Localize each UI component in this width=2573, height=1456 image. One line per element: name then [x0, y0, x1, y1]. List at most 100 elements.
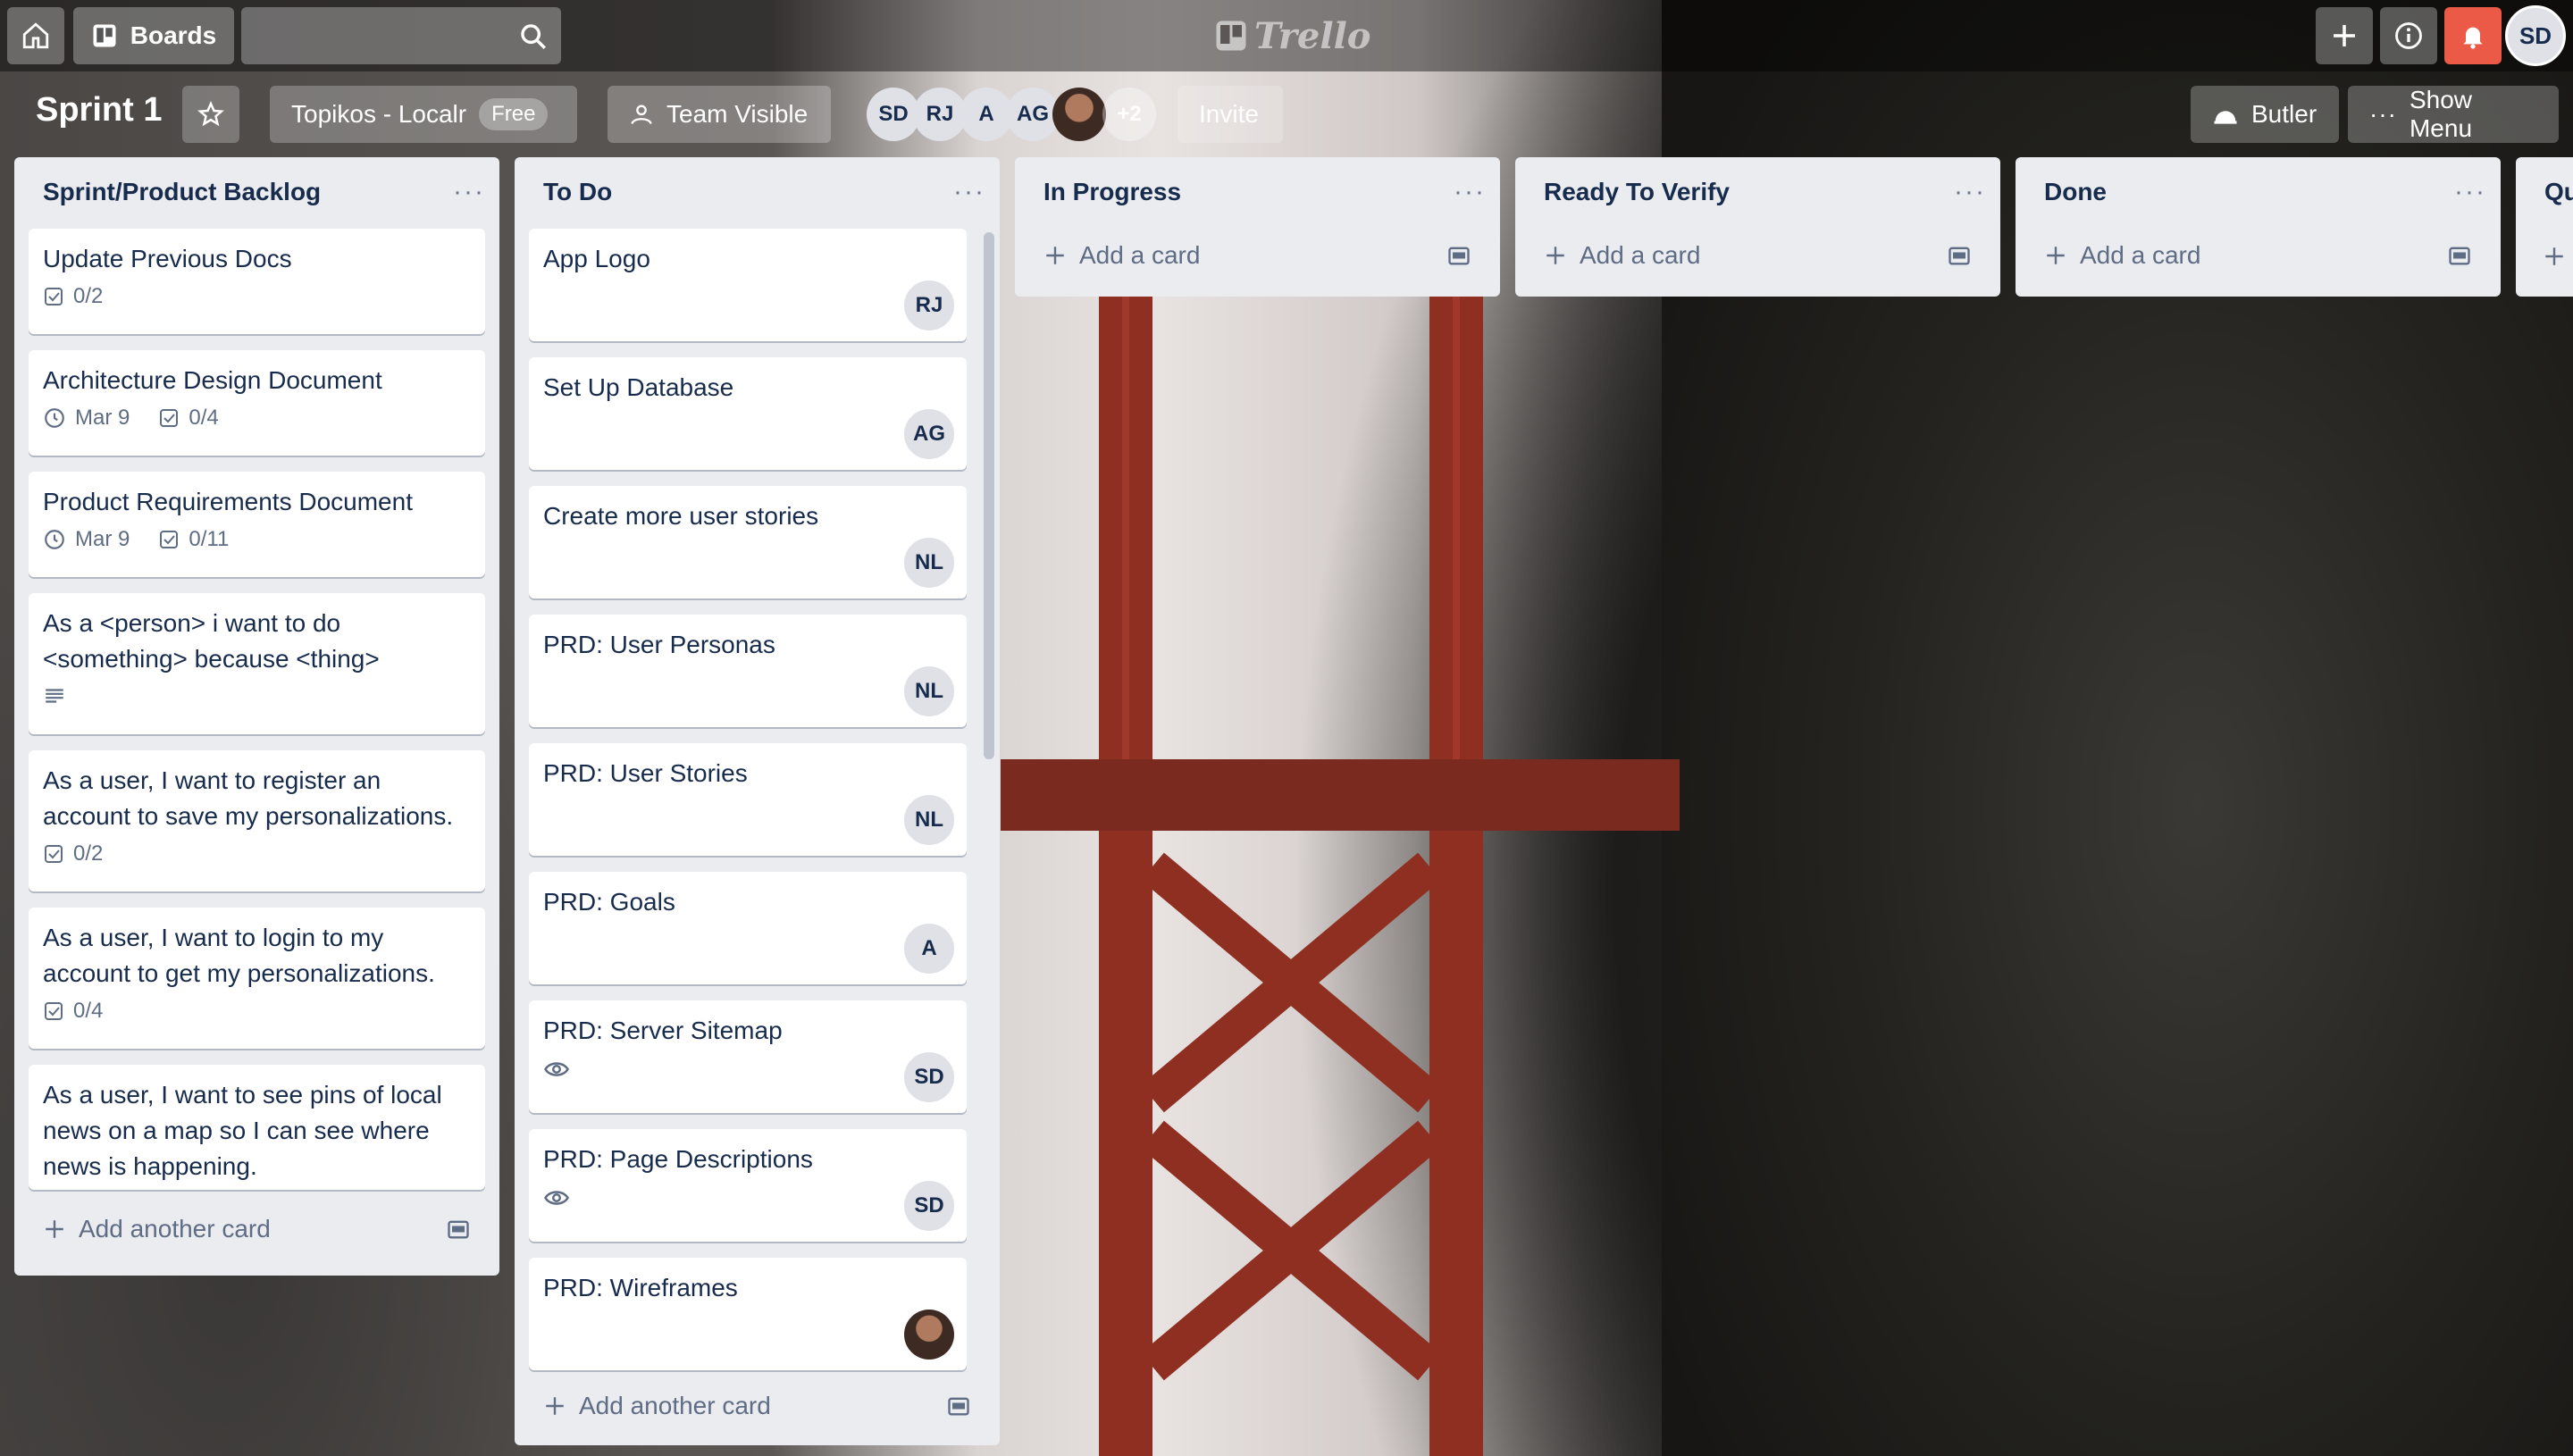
checklist-count: 0/4 [189, 406, 219, 430]
team-button[interactable]: Topikos - Localr Free [270, 86, 577, 143]
trello-logo-text: Trello [1254, 14, 1371, 57]
card-title: Create more user stories [543, 502, 819, 530]
card[interactable]: PRD: Goals A [529, 872, 967, 984]
card-template-icon[interactable] [1446, 243, 1471, 268]
card[interactable]: As a <person> i want to do <something> b… [29, 593, 485, 734]
team-visibility-icon [631, 105, 652, 125]
butler-button[interactable]: Butler [2191, 86, 2339, 143]
add-a-card-button[interactable]: Add a card [2030, 230, 2486, 280]
member-avatar[interactable]: NL [904, 795, 954, 845]
boards-button[interactable]: Boards [73, 7, 234, 64]
add-a-card-button[interactable]: Add a card [1530, 230, 1986, 280]
member-avatar-photo[interactable] [1052, 88, 1106, 141]
search-input[interactable] [241, 7, 561, 64]
card[interactable]: Architecture Design Document Mar 9 0/4 [29, 350, 485, 456]
card-title: PRD: Goals [543, 888, 675, 916]
card[interactable]: As a user, I want to login to my account… [29, 908, 485, 1049]
list-ready-to-verify: Ready To Verify ··· Add a card [1515, 157, 2000, 297]
list-title: Sprint/Product Backlog [43, 178, 322, 205]
user-avatar[interactable]: SD [2505, 5, 2566, 66]
list-menu-icon[interactable]: ··· [453, 177, 485, 207]
plus-icon [2334, 25, 2355, 46]
plus-icon [1046, 247, 1064, 264]
card[interactable]: PRD: User Stories NL [529, 743, 967, 856]
card-template-icon[interactable] [1947, 243, 1972, 268]
member-avatar-rj[interactable]: RJ [913, 88, 967, 141]
member-avatar[interactable]: NL [904, 666, 954, 716]
member-avatar[interactable]: RJ [904, 280, 954, 331]
checklist-icon [45, 1002, 63, 1020]
plus-icon [46, 1220, 63, 1238]
create-button[interactable] [2316, 7, 2373, 64]
list-menu-icon[interactable]: ··· [2454, 177, 2486, 207]
card[interactable]: PRD: Page Descriptions SD [529, 1129, 967, 1242]
add-a-card-button[interactable]: Add a card [1029, 230, 1486, 280]
card-template-icon[interactable] [2447, 243, 2472, 268]
card[interactable]: As a user, I want to see pins of local n… [29, 1065, 485, 1190]
member-avatar[interactable]: A [904, 924, 954, 974]
add-card-label: Add another card [579, 1392, 771, 1419]
list-sprint-product-backlog: Sprint/Product Backlog ··· Update Previo… [14, 157, 499, 1276]
plus-icon [1546, 247, 1564, 264]
member-avatar[interactable]: SD [904, 1052, 954, 1102]
trello-logo[interactable]: Trello [1215, 13, 1370, 59]
visibility-button[interactable]: Team Visible [608, 86, 831, 143]
card-template-icon[interactable] [946, 1393, 971, 1418]
checklist-count: 0/4 [73, 999, 104, 1023]
card-title: As a user, I want to register an account… [43, 766, 454, 830]
list-title: Qu [2544, 178, 2573, 205]
list-header[interactable]: To Do ··· [515, 157, 1000, 227]
checklist-icon [45, 845, 63, 863]
card[interactable]: Product Requirements Document Mar 9 0/11 [29, 472, 485, 577]
member-avatar[interactable]: NL [904, 538, 954, 588]
info-button[interactable] [2380, 7, 2437, 64]
card[interactable]: App Logo RJ [529, 229, 967, 341]
list-menu-icon[interactable]: ··· [1954, 177, 1986, 207]
card-title: PRD: User Personas [543, 631, 775, 658]
member-avatar-a[interactable]: A [960, 88, 1013, 141]
card-title: PRD: User Stories [543, 759, 748, 787]
list-header[interactable]: Done ··· [2016, 157, 2501, 227]
add-another-card-button[interactable]: Add another card [29, 1204, 485, 1254]
list-menu-icon[interactable]: ··· [953, 177, 985, 207]
list-title: In Progress [1043, 178, 1182, 205]
board-header: Sprint 1 Topikos - Localr Free Team Visi… [0, 79, 2573, 150]
member-avatar[interactable]: AG [904, 409, 954, 459]
card[interactable]: As a user, I want to register an account… [29, 750, 485, 891]
card-template-icon[interactable] [446, 1217, 471, 1242]
list-scrollbar[interactable] [984, 232, 994, 759]
list-header[interactable]: Ready To Verify ··· [1515, 157, 2000, 227]
card[interactable]: Set Up Database AG [529, 357, 967, 470]
show-menu-button[interactable]: ··· Show Menu [2348, 86, 2559, 143]
description-icon [46, 689, 63, 703]
invite-button[interactable]: Invite [1178, 86, 1283, 143]
plus-icon[interactable] [2543, 245, 2566, 268]
more-members-button[interactable]: +2 [1102, 88, 1156, 141]
home-button[interactable] [7, 7, 64, 64]
card[interactable]: Update Previous Docs 0/2 [29, 229, 485, 334]
card[interactable]: PRD: Wireframes [529, 1258, 967, 1370]
ellipsis-icon: ··· [2369, 100, 2397, 128]
boards-label: Boards [130, 21, 217, 49]
list-header[interactable]: Qu [2516, 157, 2573, 227]
member-avatar-ag[interactable]: AG [1006, 88, 1060, 141]
member-avatar-sd[interactable]: SD [867, 88, 920, 141]
member-avatar[interactable]: SD [904, 1181, 954, 1231]
list-header[interactable]: Sprint/Product Backlog ··· [14, 157, 499, 227]
checklist-count: 0/2 [73, 284, 104, 308]
plus-icon [2047, 247, 2065, 264]
add-card-label: Add a card [2080, 241, 2201, 269]
butler-label: Butler [2251, 100, 2317, 128]
card[interactable]: PRD: Server Sitemap SD [529, 1000, 967, 1113]
card-title: PRD: Page Descriptions [543, 1145, 813, 1173]
add-another-card-button[interactable]: Add another card [529, 1381, 985, 1431]
board-title[interactable]: Sprint 1 [36, 91, 162, 130]
notifications-button[interactable] [2444, 7, 2502, 64]
list-header[interactable]: In Progress ··· [1015, 157, 1500, 227]
card[interactable]: Create more user stories NL [529, 486, 967, 598]
add-card-label: Add another card [79, 1215, 271, 1243]
list-menu-icon[interactable]: ··· [1454, 177, 1486, 207]
member-avatar-photo[interactable] [904, 1310, 954, 1360]
card[interactable]: PRD: User Personas NL [529, 615, 967, 727]
star-board-button[interactable] [182, 86, 239, 143]
